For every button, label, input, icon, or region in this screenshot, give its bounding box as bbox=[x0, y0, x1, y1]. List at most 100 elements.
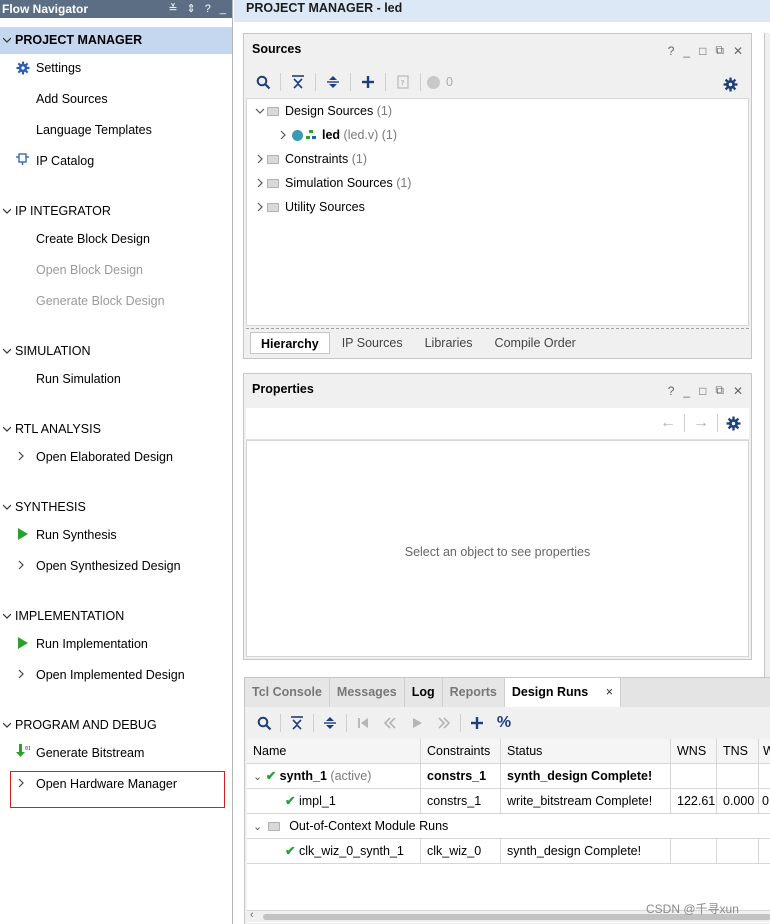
collapse-all-icon[interactable] bbox=[287, 71, 309, 93]
nav-language-templates[interactable]: Language Templates bbox=[36, 121, 152, 139]
add-sources-icon[interactable] bbox=[357, 71, 379, 93]
expand-all-icon[interactable] bbox=[319, 712, 341, 734]
nav-open-synthesized-design[interactable]: Open Synthesized Design bbox=[36, 557, 181, 575]
nav-run-implementation[interactable]: Run Implementation bbox=[36, 635, 148, 653]
settings-gear-icon[interactable] bbox=[726, 416, 741, 431]
tab-reports[interactable]: Reports bbox=[442, 678, 505, 707]
float-icon[interactable]: ⧉ bbox=[715, 383, 724, 398]
chevron-right-icon[interactable] bbox=[255, 178, 265, 188]
column-header-whs[interactable]: W bbox=[759, 739, 770, 764]
search-icon[interactable] bbox=[253, 712, 275, 734]
chevron-down-icon[interactable] bbox=[3, 612, 11, 620]
nav-create-block-design[interactable]: Create Block Design bbox=[36, 230, 150, 248]
column-header-name[interactable]: Name bbox=[247, 739, 421, 764]
chevron-right-icon[interactable] bbox=[255, 154, 265, 164]
chevron-right-icon[interactable] bbox=[255, 202, 265, 212]
section-project-manager[interactable]: PROJECT MANAGER bbox=[15, 31, 142, 49]
nav-open-implemented-design[interactable]: Open Implemented Design bbox=[36, 666, 185, 684]
add-run-icon[interactable] bbox=[466, 712, 488, 734]
tab-compile-order[interactable]: Compile Order bbox=[485, 332, 586, 354]
chevron-down-icon[interactable]: ⌄ bbox=[253, 771, 262, 783]
chevron-down-icon[interactable] bbox=[3, 36, 11, 44]
nav-run-synthesis[interactable]: Run Synthesis bbox=[36, 526, 117, 544]
tab-tcl-console[interactable]: Tcl Console bbox=[245, 678, 330, 707]
collapse-all-icon[interactable] bbox=[286, 712, 308, 734]
run-constraints: constrs_1 bbox=[421, 789, 501, 814]
maximize-icon[interactable]: □ bbox=[699, 384, 706, 398]
search-icon[interactable] bbox=[252, 71, 274, 93]
table-row[interactable]: ✔ impl_1 bbox=[247, 789, 421, 814]
check-icon: ✔ bbox=[285, 844, 296, 858]
column-header-wns[interactable]: WNS bbox=[671, 739, 717, 764]
forward-arrow-icon[interactable]: → bbox=[693, 414, 709, 432]
tab-log[interactable]: Log bbox=[404, 678, 443, 707]
unknown-file-icon: ? bbox=[392, 71, 414, 93]
run-group-name: Out-of-Context Module Runs bbox=[289, 819, 449, 833]
minimize-icon[interactable]: _ bbox=[683, 44, 690, 58]
section-ip-integrator[interactable]: IP INTEGRATOR bbox=[15, 202, 111, 220]
tree-led[interactable]: led (led.v) (1) bbox=[279, 125, 397, 145]
section-program-debug[interactable]: PROGRAM AND DEBUG bbox=[15, 716, 157, 734]
minimize-icon[interactable]: _ bbox=[683, 384, 690, 398]
chevron-right-icon[interactable] bbox=[17, 669, 25, 679]
chevron-down-icon[interactable] bbox=[3, 207, 11, 215]
nav-run-simulation[interactable]: Run Simulation bbox=[36, 370, 121, 388]
nav-open-elaborated-design[interactable]: Open Elaborated Design bbox=[36, 448, 173, 466]
section-simulation[interactable]: SIMULATION bbox=[15, 342, 90, 360]
tab-ip-sources[interactable]: IP Sources bbox=[332, 332, 413, 354]
tab-hierarchy[interactable]: Hierarchy bbox=[250, 331, 330, 354]
close-tab-icon[interactable]: × bbox=[606, 685, 613, 699]
toolbar-separator bbox=[313, 714, 314, 732]
chevron-down-icon[interactable] bbox=[3, 721, 11, 729]
collapse-all-icon[interactable]: ≚ bbox=[168, 0, 177, 18]
tree-utility-sources[interactable]: Utility Sources bbox=[255, 197, 365, 217]
tab-design-runs[interactable]: Design Runs × bbox=[504, 678, 622, 707]
expand-all-icon[interactable]: ⇕ bbox=[187, 0, 196, 18]
chevron-down-icon[interactable] bbox=[255, 106, 265, 116]
column-header-tns[interactable]: TNS bbox=[717, 739, 759, 764]
help-icon[interactable]: ? bbox=[668, 44, 675, 58]
maximize-icon[interactable]: □ bbox=[699, 44, 706, 58]
chevron-down-icon[interactable] bbox=[3, 347, 11, 355]
column-header-status[interactable]: Status bbox=[501, 739, 671, 764]
scroll-left-icon[interactable]: ‹ bbox=[250, 909, 254, 921]
highlight-box bbox=[10, 771, 225, 808]
table-row[interactable]: ⌄ ✔ synth_1 (active) bbox=[247, 764, 421, 789]
close-icon[interactable]: ✕ bbox=[733, 44, 743, 58]
tree-constraints[interactable]: Constraints (1) bbox=[255, 149, 367, 169]
run-wns: 122.61 bbox=[671, 789, 717, 814]
chevron-down-icon[interactable]: ⌄ bbox=[253, 821, 262, 833]
nav-settings[interactable]: Settings bbox=[36, 59, 81, 77]
folder-icon bbox=[267, 154, 279, 164]
back-arrow-icon[interactable]: ← bbox=[660, 414, 676, 432]
column-header-constraints[interactable]: Constraints bbox=[421, 739, 501, 764]
chevron-right-icon[interactable] bbox=[17, 560, 25, 570]
chevron-down-icon[interactable] bbox=[3, 425, 11, 433]
expand-all-icon[interactable] bbox=[322, 71, 344, 93]
section-rtl-analysis[interactable]: RTL ANALYSIS bbox=[15, 420, 101, 438]
flow-navigator: Flow Navigator ≚ ⇕ ? _ PROJECT MANAGER S… bbox=[0, 0, 233, 924]
section-synthesis[interactable]: SYNTHESIS bbox=[15, 498, 86, 516]
chevron-right-icon[interactable] bbox=[17, 451, 25, 461]
help-icon[interactable]: ? bbox=[668, 384, 675, 398]
float-icon[interactable]: ⧉ bbox=[715, 43, 724, 58]
table-row[interactable]: ✔ clk_wiz_0_synth_1 bbox=[247, 839, 421, 864]
section-implementation[interactable]: IMPLEMENTATION bbox=[15, 607, 124, 625]
chevron-right-icon[interactable] bbox=[279, 130, 287, 140]
minimize-icon[interactable]: _ bbox=[220, 0, 226, 18]
chevron-down-icon[interactable] bbox=[3, 503, 11, 511]
nav-generate-bitstream[interactable]: Generate Bitstream bbox=[36, 744, 144, 762]
tree-design-sources[interactable]: Design Sources (1) bbox=[255, 101, 392, 121]
settings-gear-icon[interactable] bbox=[719, 73, 741, 95]
tree-simulation-sources[interactable]: Simulation Sources (1) bbox=[255, 173, 411, 193]
right-panel-edge bbox=[764, 33, 770, 678]
nav-ip-catalog[interactable]: IP Catalog bbox=[36, 152, 94, 170]
tree-count: (1) bbox=[396, 176, 412, 190]
table-row[interactable]: ⌄ Out-of-Context Module Runs bbox=[247, 814, 770, 839]
tab-libraries[interactable]: Libraries bbox=[415, 332, 483, 354]
close-icon[interactable]: ✕ bbox=[733, 384, 743, 398]
percent-icon[interactable]: % bbox=[493, 712, 515, 734]
nav-add-sources[interactable]: Add Sources bbox=[36, 90, 108, 108]
tab-messages[interactable]: Messages bbox=[329, 678, 405, 707]
help-icon[interactable]: ? bbox=[205, 0, 211, 18]
